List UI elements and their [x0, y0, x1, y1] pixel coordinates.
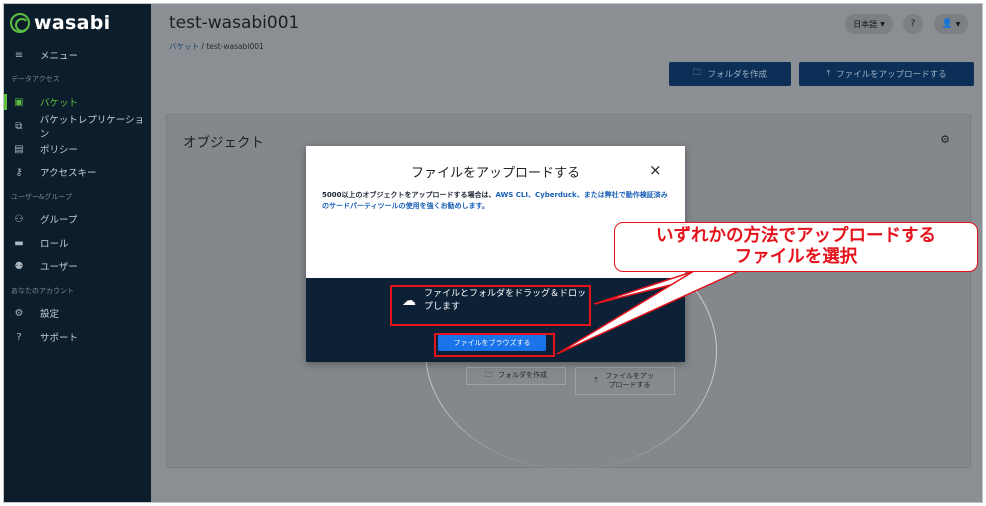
annotation-callout: いずれかの方法でアップロードする ファイルを選択: [614, 222, 978, 272]
annotation-line-1: いずれかの方法でアップロードする: [656, 226, 936, 246]
annotation-line-2: ファイルを選択: [734, 247, 858, 267]
app-window: wasabi ≡ メニュー データアクセス ▣ バケット ⧉ バケットレプリケー…: [3, 3, 983, 503]
